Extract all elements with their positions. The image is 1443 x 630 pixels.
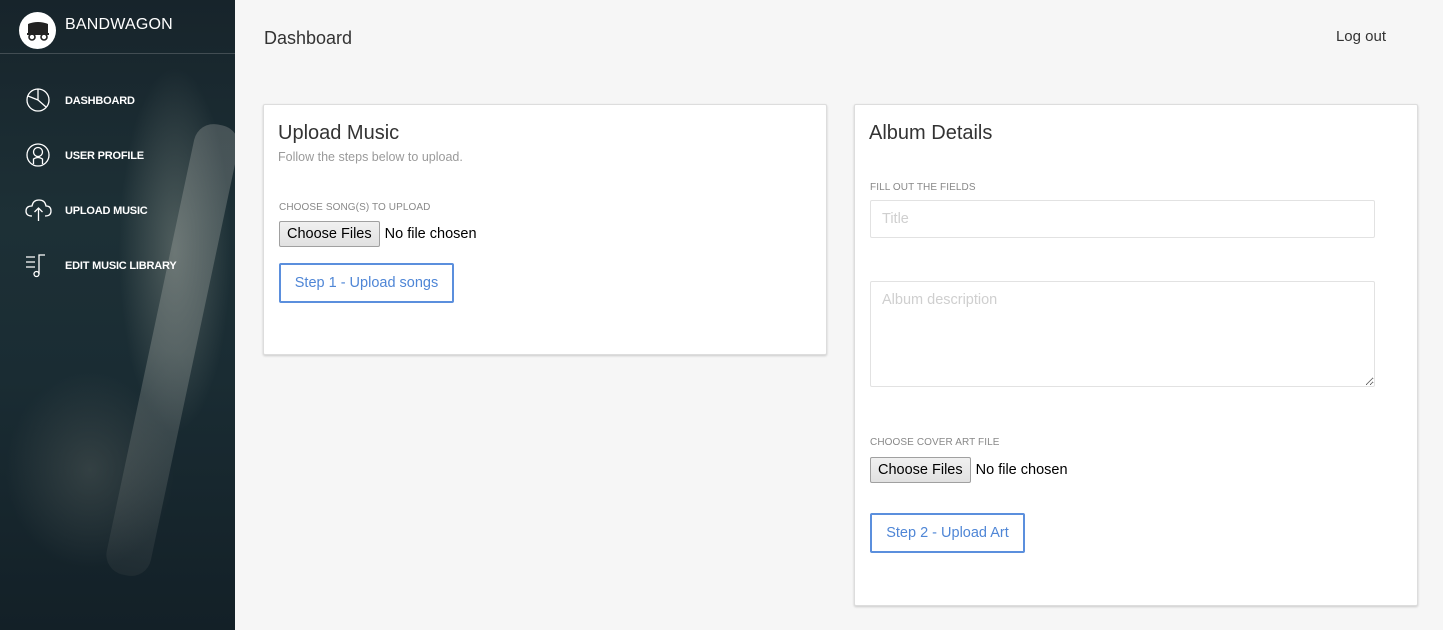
cloud-upload-icon <box>24 196 52 224</box>
sidebar-item-label: USER PROFILE <box>65 149 144 162</box>
sidebar-item-user-profile[interactable]: USER PROFILE <box>0 128 235 183</box>
wagon-icon <box>19 12 56 49</box>
album-description-textarea[interactable] <box>870 281 1375 387</box>
upload-art-button[interactable]: Step 2 - Upload Art <box>870 513 1025 553</box>
cover-art-field-label: CHOOSE COVER ART FILE <box>870 437 1000 448</box>
album-title-input[interactable] <box>870 200 1375 238</box>
sidebar-nav: DASHBOARD USER PROFILE UPLOAD MUSIC EDIT… <box>0 73 235 293</box>
sidebar-item-label: UPLOAD MUSIC <box>65 204 148 217</box>
upload-songs-button[interactable]: Step 1 - Upload songs <box>279 263 454 303</box>
brand[interactable]: BANDWAGON <box>0 0 235 54</box>
upload-card-title: Upload Music <box>278 122 400 144</box>
sidebar-item-label: DASHBOARD <box>65 94 135 107</box>
choose-cover-art-button[interactable]: Choose Files <box>870 456 971 483</box>
cover-art-file-status: No file chosen <box>975 461 1068 478</box>
upload-card-subtitle: Follow the steps below to upload. <box>278 150 463 164</box>
top-header: Dashboard Log out <box>235 0 1443 75</box>
sidebar-item-label: EDIT MUSIC LIBRARY <box>65 259 177 272</box>
brand-name: BANDWAGON <box>65 16 173 33</box>
album-card-title: Album Details <box>869 122 993 144</box>
upload-music-card: Upload Music Follow the steps below to u… <box>263 104 827 355</box>
page-title: Dashboard <box>264 28 353 48</box>
choose-songs-button[interactable]: Choose Files <box>279 220 380 247</box>
music-list-icon <box>24 251 52 279</box>
fields-label: FILL OUT THE FIELDS <box>870 182 976 193</box>
songs-file-input: Choose Files No file chosen <box>279 220 477 247</box>
sidebar-item-dashboard[interactable]: DASHBOARD <box>0 73 235 128</box>
sidebar-item-upload-music[interactable]: UPLOAD MUSIC <box>0 183 235 238</box>
sidebar: BANDWAGON DASHBOARD USER PROFILE UPLOAD … <box>0 0 235 630</box>
songs-file-status: No file chosen <box>384 225 477 242</box>
cover-art-file-input: Choose Files No file chosen <box>870 456 1068 483</box>
user-icon <box>24 141 52 169</box>
sidebar-item-edit-music-library[interactable]: EDIT MUSIC LIBRARY <box>0 238 235 293</box>
pie-chart-icon <box>24 86 52 114</box>
logout-link[interactable]: Log out <box>1336 28 1386 45</box>
songs-field-label: CHOOSE SONG(S) TO UPLOAD <box>279 202 431 213</box>
album-details-card: Album Details FILL OUT THE FIELDS CHOOSE… <box>854 104 1418 606</box>
